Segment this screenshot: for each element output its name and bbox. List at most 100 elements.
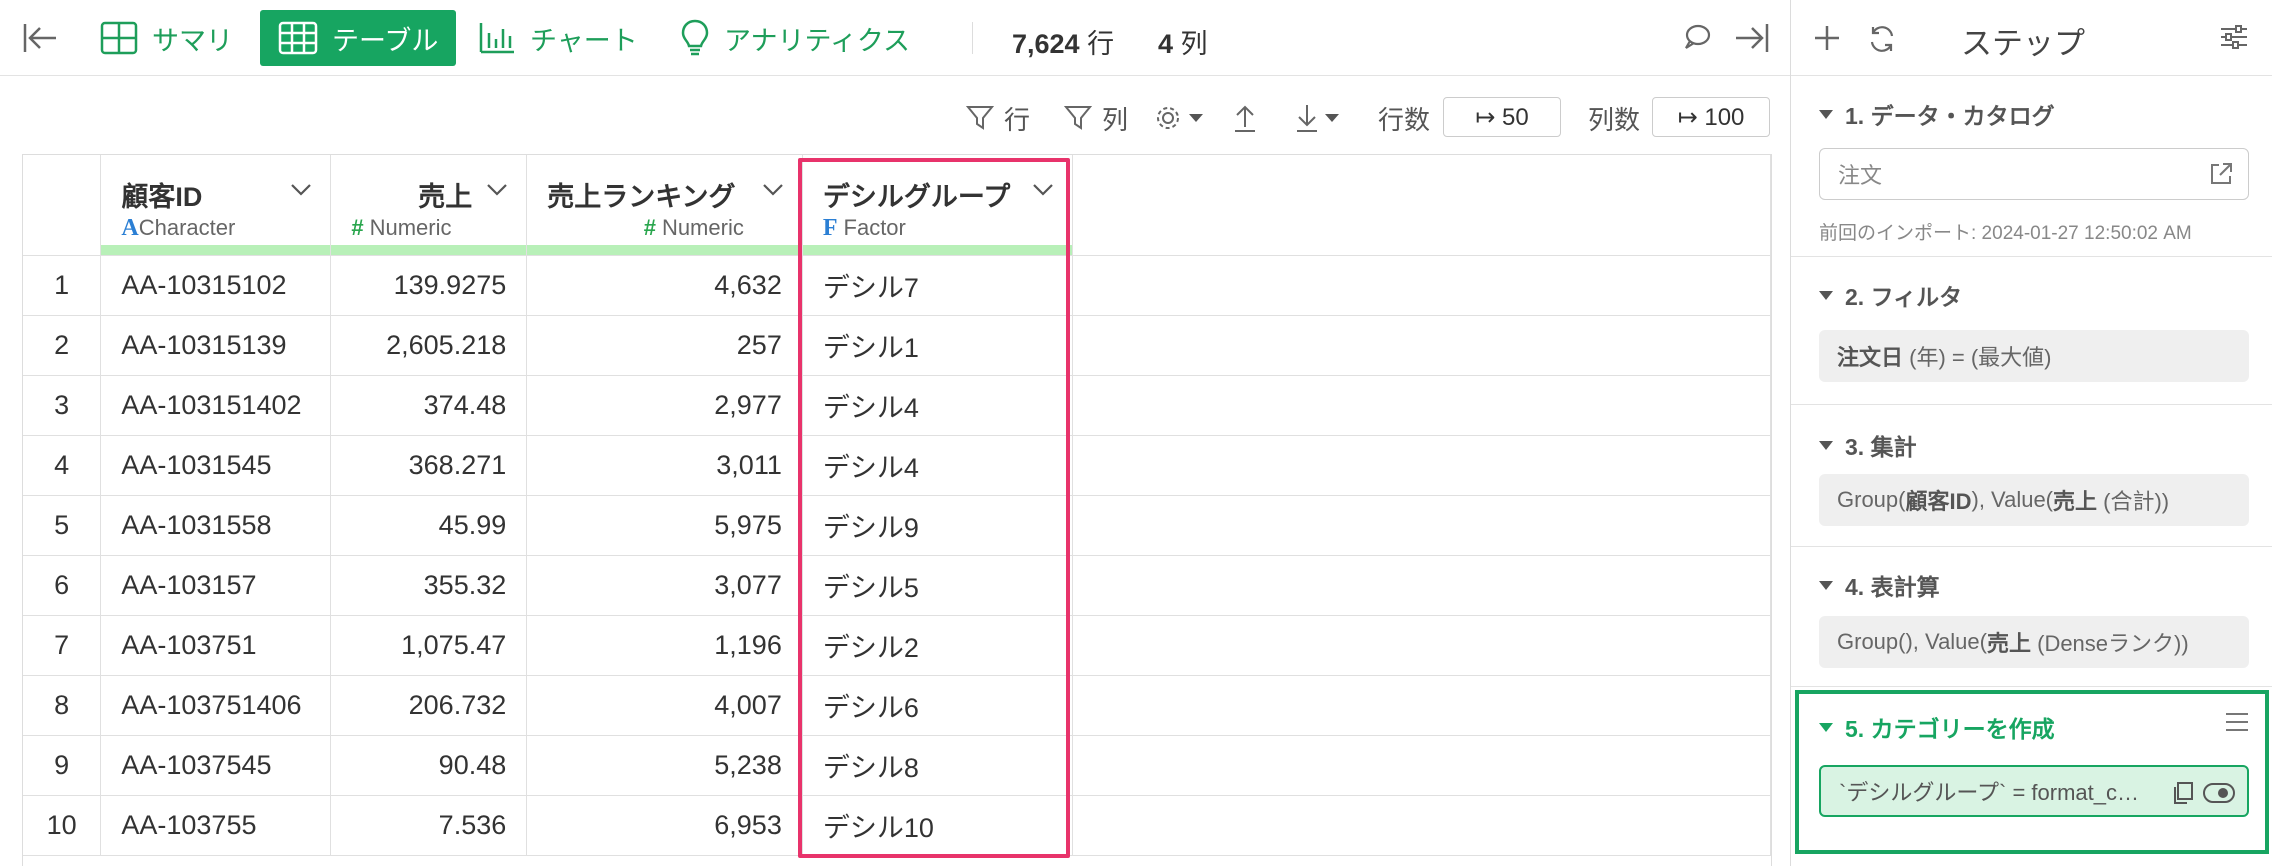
top-toolbar: サマリ テーブル チャート アナリティクス 7,624 行 4 列 bbox=[0, 0, 1790, 76]
tab-table[interactable]: テーブル bbox=[260, 10, 457, 66]
collapse-left-icon[interactable] bbox=[22, 22, 58, 59]
collapse-right-icon[interactable] bbox=[1734, 22, 1770, 59]
table-row[interactable]: 4 AA-1031545 368.271 3,011 デシル4 bbox=[23, 435, 1771, 496]
table-row[interactable]: 6 AA-103157 355.32 3,077 デシル5 bbox=[23, 555, 1771, 616]
customer-id-cell[interactable]: AA-103755 bbox=[100, 795, 332, 856]
table-row[interactable]: 1 AA-10315102 139.9275 4,632 デシル7 bbox=[23, 255, 1771, 316]
sales-ranking-cell[interactable]: 4,632 bbox=[526, 255, 803, 316]
chevron-down-icon[interactable] bbox=[290, 183, 312, 197]
chevron-down-icon[interactable] bbox=[1032, 183, 1054, 197]
tab-summary[interactable]: サマリ bbox=[100, 10, 233, 66]
numeric-type-icon: # bbox=[643, 215, 656, 240]
customer-id-cell[interactable]: AA-1031558 bbox=[100, 495, 332, 556]
row-index-cell[interactable]: 5 bbox=[23, 495, 102, 556]
column-header-sales[interactable]: 売上 # Numeric bbox=[330, 155, 528, 256]
add-step-icon[interactable] bbox=[1813, 24, 1841, 57]
refresh-icon[interactable] bbox=[1867, 24, 1897, 59]
sales-cell[interactable]: 206.732 bbox=[330, 675, 528, 736]
row-index-cell[interactable]: 3 bbox=[23, 375, 102, 436]
customer-id-cell[interactable]: AA-103157 bbox=[100, 555, 332, 616]
chevron-down-icon[interactable] bbox=[762, 183, 784, 197]
type-bar bbox=[101, 244, 331, 255]
customer-id-cell[interactable]: AA-10315102 bbox=[100, 255, 332, 316]
sales-cell[interactable]: 355.32 bbox=[330, 555, 528, 616]
sales-cell[interactable]: 7.536 bbox=[330, 795, 528, 856]
customer-id-cell[interactable]: AA-10315139 bbox=[100, 315, 332, 376]
sales-cell[interactable]: 45.99 bbox=[330, 495, 528, 556]
sales-ranking-cell[interactable]: 4,007 bbox=[526, 675, 803, 736]
decile-group-cell[interactable]: デシル8 bbox=[802, 735, 1073, 796]
sales-cell[interactable]: 90.48 bbox=[330, 735, 528, 796]
table-row[interactable]: 7 AA-103751 1,075.47 1,196 デシル2 bbox=[23, 615, 1771, 676]
row-filter-button[interactable]: 行 bbox=[966, 96, 1030, 140]
row-index-cell[interactable]: 7 bbox=[23, 615, 102, 676]
sales-cell[interactable]: 139.9275 bbox=[330, 255, 528, 316]
row-index-cell[interactable]: 9 bbox=[23, 735, 102, 796]
step-4-summary[interactable]: Group(), Value(売上 (Denseランク)) bbox=[1819, 616, 2249, 668]
sales-ranking-cell[interactable]: 1,196 bbox=[526, 615, 803, 676]
decile-group-cell[interactable]: デシル1 bbox=[802, 315, 1073, 376]
row-index-cell[interactable]: 1 bbox=[23, 255, 102, 316]
customer-id-cell[interactable]: AA-103151402 bbox=[100, 375, 332, 436]
step-4-summary-column: 売上 bbox=[1986, 631, 2031, 656]
download-menu-button[interactable] bbox=[1294, 96, 1340, 140]
decile-group-cell[interactable]: デシル2 bbox=[802, 615, 1073, 676]
row-index-cell[interactable]: 6 bbox=[23, 555, 102, 616]
data-catalog-input[interactable]: 注文 bbox=[1819, 148, 2249, 200]
decile-group-cell[interactable]: デシル7 bbox=[802, 255, 1073, 316]
customer-id-cell[interactable]: AA-103751406 bbox=[100, 675, 332, 736]
comment-icon[interactable] bbox=[1682, 22, 1712, 57]
column-header-customer-id[interactable]: 顧客ID ACharacter bbox=[100, 155, 332, 256]
sales-cell[interactable]: 374.48 bbox=[330, 375, 528, 436]
chevron-down-icon[interactable] bbox=[486, 183, 508, 197]
step-2-summary[interactable]: 注文日 (年) = (最大値) bbox=[1819, 330, 2249, 382]
column-header-decile-group[interactable]: デシルグループ F Factor bbox=[802, 155, 1073, 256]
decile-group-cell[interactable]: デシル6 bbox=[802, 675, 1073, 736]
step-1-title[interactable]: 1. データ・カタログ bbox=[1819, 97, 2055, 131]
step-4-title[interactable]: 4. 表計算 bbox=[1819, 568, 1940, 602]
sales-cell[interactable]: 1,075.47 bbox=[330, 615, 528, 676]
step-2-title[interactable]: 2. フィルタ bbox=[1819, 278, 1962, 312]
sales-ranking-cell[interactable]: 5,975 bbox=[526, 495, 803, 556]
column-filter-button[interactable]: 列 bbox=[1064, 96, 1128, 140]
sales-ranking-cell[interactable]: 2,977 bbox=[526, 375, 803, 436]
tab-chart[interactable]: チャート bbox=[478, 10, 638, 66]
decile-group-cell[interactable]: デシル4 bbox=[802, 435, 1073, 496]
customer-id-cell[interactable]: AA-1031545 bbox=[100, 435, 332, 496]
columns-limit-input[interactable]: ↦ 100 bbox=[1652, 97, 1770, 137]
table-row[interactable]: 5 AA-1031558 45.99 5,975 デシル9 bbox=[23, 495, 1771, 556]
sliders-icon[interactable] bbox=[2219, 22, 2249, 57]
sales-ranking-cell[interactable]: 3,077 bbox=[526, 555, 803, 616]
empty-cell bbox=[1072, 375, 1771, 436]
row-index-cell[interactable]: 8 bbox=[23, 675, 102, 736]
table-row[interactable]: 2 AA-10315139 2,605.218 257 デシル1 bbox=[23, 315, 1771, 376]
external-link-icon[interactable] bbox=[2208, 161, 2234, 187]
sales-ranking-cell[interactable]: 257 bbox=[526, 315, 803, 376]
table-row[interactable]: 3 AA-103151402 374.48 2,977 デシル4 bbox=[23, 375, 1771, 436]
decile-group-cell[interactable]: デシル9 bbox=[802, 495, 1073, 556]
sales-ranking-cell[interactable]: 6,953 bbox=[526, 795, 803, 856]
row-index-cell[interactable]: 10 bbox=[23, 795, 102, 856]
sales-cell[interactable]: 368.271 bbox=[330, 435, 528, 496]
row-index-cell[interactable]: 2 bbox=[23, 315, 102, 376]
decile-group-cell[interactable]: デシル4 bbox=[802, 375, 1073, 436]
sales-cell[interactable]: 2,605.218 bbox=[330, 315, 528, 376]
settings-menu-button[interactable] bbox=[1154, 96, 1204, 140]
sales-ranking-cell[interactable]: 5,238 bbox=[526, 735, 803, 796]
tab-analytics[interactable]: アナリティクス bbox=[680, 10, 910, 66]
sales-ranking-cell[interactable]: 3,011 bbox=[526, 435, 803, 496]
step-3-title[interactable]: 3. 集計 bbox=[1819, 428, 1917, 462]
customer-id-cell[interactable]: AA-103751 bbox=[100, 615, 332, 676]
decile-group-cell[interactable]: デシル10 bbox=[802, 795, 1073, 856]
rows-limit-input[interactable]: ↦ 50 bbox=[1443, 97, 1561, 137]
step-divider bbox=[1791, 404, 2272, 405]
step-3-summary[interactable]: Group(顧客ID), Value(売上 (合計)) bbox=[1819, 474, 2249, 526]
decile-group-cell[interactable]: デシル5 bbox=[802, 555, 1073, 616]
table-row[interactable]: 10 AA-103755 7.536 6,953 デシル10 bbox=[23, 795, 1771, 856]
customer-id-cell[interactable]: AA-1037545 bbox=[100, 735, 332, 796]
row-index-cell[interactable]: 4 bbox=[23, 435, 102, 496]
column-header-sales-ranking[interactable]: 売上ランキング # Numeric bbox=[526, 155, 803, 256]
table-row[interactable]: 8 AA-103751406 206.732 4,007 デシル6 bbox=[23, 675, 1771, 736]
upload-button[interactable] bbox=[1232, 96, 1258, 140]
table-row[interactable]: 9 AA-1037545 90.48 5,238 デシル8 bbox=[23, 735, 1771, 796]
